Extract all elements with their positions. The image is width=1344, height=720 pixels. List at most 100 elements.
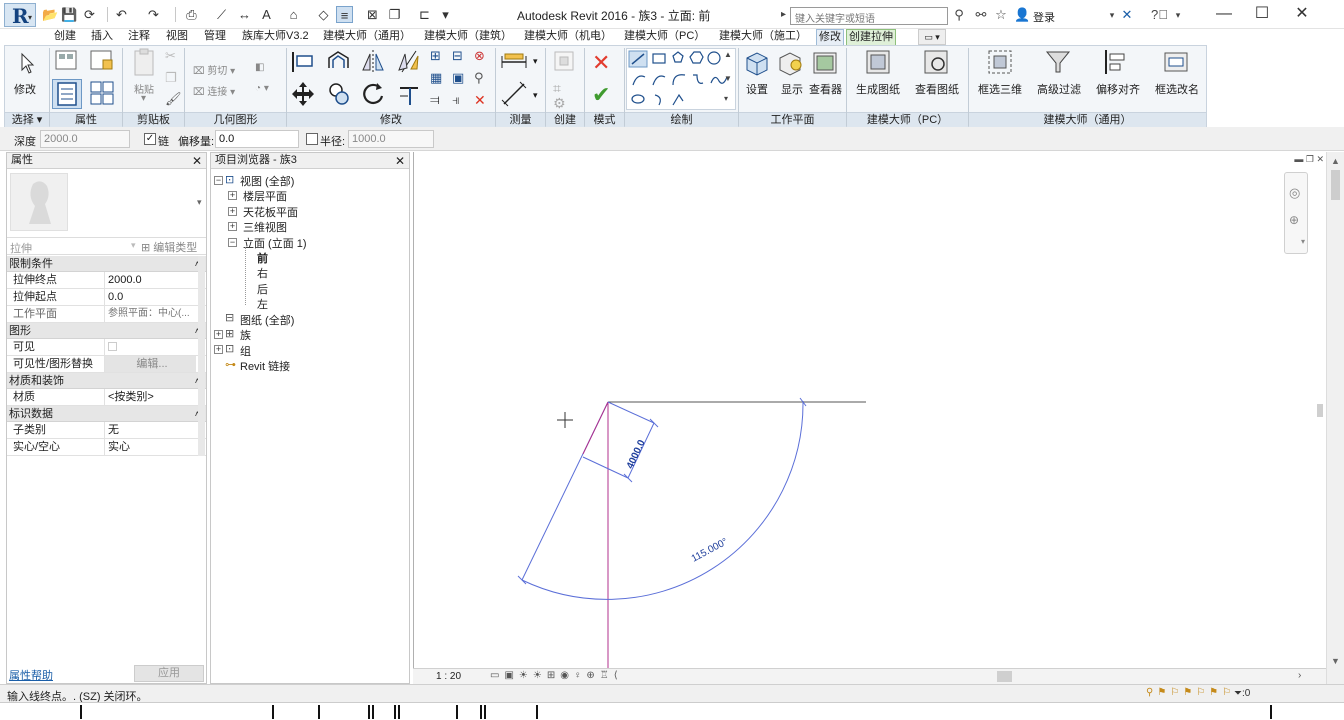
section-graphics[interactable]: 图形˄: [7, 323, 206, 339]
prop-value[interactable]: 实心: [104, 439, 196, 455]
box-rename-label[interactable]: 框选改名: [1155, 81, 1199, 97]
cope-button[interactable]: ⌧ 剪切 ▾: [193, 62, 235, 77]
tab-modeling-mep[interactable]: 建模大师（机电）: [522, 29, 614, 45]
login-label[interactable]: 登录: [1033, 9, 1055, 25]
measure-between-icon[interactable]: [500, 50, 528, 74]
tree-floor-plans[interactable]: 楼层平面: [243, 188, 287, 204]
subscription-icon[interactable]: ⚯: [973, 7, 989, 23]
tab-modeling-architecture[interactable]: 建模大师（建筑）: [422, 29, 514, 45]
depth-field[interactable]: 2000.0: [40, 130, 130, 148]
favorites-star-icon[interactable]: ☆: [993, 7, 1009, 23]
3d-view-icon[interactable]: ⌂: [285, 6, 302, 23]
horizontal-scroll-thumb[interactable]: [997, 671, 1012, 682]
collapse-icon[interactable]: −: [214, 176, 223, 185]
close-icon[interactable]: ✕: [192, 154, 202, 169]
close-icon[interactable]: ✕: [395, 154, 405, 169]
properties-help-link[interactable]: 属性帮助: [9, 667, 53, 683]
tree-families[interactable]: 族: [240, 327, 251, 343]
view-drawings-label[interactable]: 查看图纸: [915, 81, 959, 97]
trim-extend-icon[interactable]: [396, 80, 422, 108]
scroll-down-icon[interactable]: ▼: [1331, 656, 1340, 666]
properties-scrollbar[interactable]: [198, 256, 205, 456]
tab-annotate[interactable]: 注释: [126, 29, 152, 45]
join-button[interactable]: ⌧ 连接 ▾: [193, 83, 235, 98]
box-rename-icon[interactable]: [1162, 48, 1190, 76]
apply-button[interactable]: 应用: [134, 665, 204, 682]
work-plane-viewer-icon[interactable]: [812, 50, 838, 76]
family-types-icon[interactable]: [53, 48, 81, 74]
open-icon[interactable]: 📂: [42, 6, 59, 23]
vertical-scroll-thumb[interactable]: [1331, 170, 1340, 200]
tree-elevation-left[interactable]: 左: [257, 296, 268, 312]
undo-icon[interactable]: ↶: [113, 6, 130, 23]
user-icon[interactable]: 👤: [1014, 7, 1030, 23]
extend-multiple-icon[interactable]: ⫣: [452, 92, 460, 108]
create-similar-icon[interactable]: [551, 48, 577, 76]
set-work-plane-icon[interactable]: [745, 50, 769, 76]
tab-modeling-construction[interactable]: 建模大师（施工）: [717, 29, 809, 45]
advanced-filter-icon[interactable]: [1044, 48, 1072, 76]
type-properties-icon[interactable]: [88, 79, 116, 107]
tree-revit-links[interactable]: Revit 链接: [240, 358, 290, 374]
tree-elevation-right[interactable]: 右: [257, 265, 268, 281]
selection-settings-icons[interactable]: ⚲⚑⚐⚑⚐⚑⚐: [1146, 687, 1235, 698]
filter-icon[interactable]: ⏷:0: [1234, 688, 1250, 699]
chevron-down-icon[interactable]: ▾: [1170, 7, 1186, 23]
modify-tool-button[interactable]: [18, 52, 38, 76]
radius-checkbox[interactable]: [306, 133, 318, 145]
exchange-apps-icon[interactable]: ✕: [1119, 7, 1135, 23]
cut-icon[interactable]: ✂: [165, 48, 176, 64]
align-tool-icon[interactable]: [290, 48, 316, 76]
mirror-draw-icon[interactable]: [396, 48, 422, 76]
expand-icon[interactable]: +: [214, 345, 223, 354]
view-drawings-icon[interactable]: [922, 48, 950, 76]
prop-row[interactable]: 实心/空心 实心: [7, 439, 206, 456]
tree-elevation-front[interactable]: 前: [257, 250, 268, 266]
copy-tool-icon[interactable]: [326, 80, 352, 108]
search-input[interactable]: 键入关键字或短语: [790, 7, 948, 25]
tab-modify[interactable]: 修改: [816, 29, 844, 45]
tree-sheets[interactable]: 图纸 (全部): [240, 312, 294, 328]
expand-icon[interactable]: +: [228, 207, 237, 216]
drawing-canvas[interactable]: ▬ ❐ ✕ ◎ ⊕ ▾ 4000.0 115.000°: [413, 152, 1326, 668]
paint-icon[interactable]: ◔ ▾: [255, 83, 269, 94]
vertical-scrollbar[interactable]: ▲ ▼: [1317, 152, 1344, 684]
chevron-down-icon[interactable]: ▾: [533, 56, 538, 67]
section-constraints[interactable]: 限制条件˄: [7, 256, 206, 272]
box-select-3d-label[interactable]: 框选三维: [978, 81, 1022, 97]
split-element-icon[interactable]: ⊞: [430, 48, 441, 64]
section-icon[interactable]: ◇: [315, 6, 332, 23]
scroll-right-icon[interactable]: ›: [1298, 670, 1301, 681]
tab-family-library[interactable]: 族库大师V3.2: [240, 29, 311, 45]
thin-lines-icon[interactable]: ≡: [336, 6, 353, 23]
expand-icon[interactable]: +: [228, 222, 237, 231]
chevron-right-icon[interactable]: ▸: [781, 9, 786, 20]
canvas-scroll-thumb[interactable]: [1317, 404, 1323, 417]
copy-icon[interactable]: ❐: [165, 70, 177, 86]
edit-visibility-button[interactable]: 编辑...: [104, 356, 196, 372]
text-icon[interactable]: A: [258, 6, 275, 23]
tree-views[interactable]: 视图 (全部): [240, 173, 294, 189]
offset-field[interactable]: 0.0: [215, 130, 299, 148]
view-scale[interactable]: 1 : 20: [436, 671, 461, 682]
work-plane-viewer-label[interactable]: 查看器: [809, 81, 842, 97]
close-hidden-icon[interactable]: ⊠: [364, 6, 381, 23]
chevron-down-icon[interactable]: ▾: [533, 90, 538, 101]
edit-type-button[interactable]: ⊞ 编辑类型: [141, 239, 197, 255]
prop-row[interactable]: 可见性/图形替换 编辑...: [7, 356, 206, 373]
work-plane-show-label[interactable]: 显示: [781, 81, 803, 97]
offset-tool-icon[interactable]: [326, 48, 352, 76]
tab-create-extrusion[interactable]: 创建拉伸: [846, 29, 896, 45]
offset-align-label[interactable]: 偏移对齐: [1096, 81, 1140, 97]
tab-manage[interactable]: 管理: [202, 29, 228, 45]
type-selector-dropdown-icon[interactable]: ▾: [197, 197, 202, 208]
collapse-icon[interactable]: −: [228, 238, 237, 247]
group-select[interactable]: 选择 ▾: [5, 112, 49, 127]
move-tool-icon[interactable]: [290, 80, 316, 108]
chain-checkbox[interactable]: ✓: [144, 133, 156, 145]
tree-elevations[interactable]: 立面 (立面 1): [243, 235, 307, 251]
tab-view[interactable]: 视图: [164, 29, 190, 45]
minimize-button[interactable]: —: [1205, 2, 1243, 26]
tree-elevation-back[interactable]: 后: [257, 281, 268, 297]
pin-icon[interactable]: ⚲: [474, 70, 484, 86]
